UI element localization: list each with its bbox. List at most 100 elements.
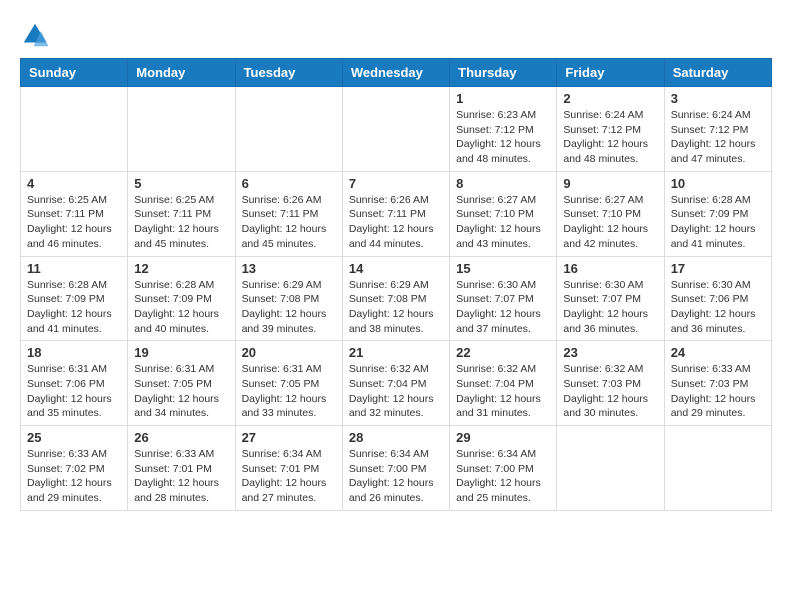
day-number: 18 [27, 345, 121, 360]
weekday-header-tuesday: Tuesday [235, 59, 342, 87]
weekday-row: SundayMondayTuesdayWednesdayThursdayFrid… [21, 59, 772, 87]
calendar-cell: 6 Sunrise: 6:26 AM Sunset: 7:11 PM Daylig… [235, 171, 342, 256]
day-number: 19 [134, 345, 228, 360]
day-info: Sunrise: 6:33 AM Sunset: 7:01 PM Dayligh… [134, 447, 228, 506]
day-number: 13 [242, 261, 336, 276]
day-number: 26 [134, 430, 228, 445]
calendar-cell: 5 Sunrise: 6:25 AM Sunset: 7:11 PM Daylig… [128, 171, 235, 256]
day-info: Sunrise: 6:26 AM Sunset: 7:11 PM Dayligh… [242, 193, 336, 252]
day-info: Sunrise: 6:25 AM Sunset: 7:11 PM Dayligh… [27, 193, 121, 252]
day-number: 24 [671, 345, 765, 360]
day-info: Sunrise: 6:30 AM Sunset: 7:07 PM Dayligh… [563, 278, 657, 337]
week-row-3: 11 Sunrise: 6:28 AM Sunset: 7:09 PM Dayli… [21, 256, 772, 341]
day-info: Sunrise: 6:34 AM Sunset: 7:01 PM Dayligh… [242, 447, 336, 506]
day-number: 27 [242, 430, 336, 445]
calendar-cell: 12 Sunrise: 6:28 AM Sunset: 7:09 PM Dayli… [128, 256, 235, 341]
weekday-header-saturday: Saturday [664, 59, 771, 87]
day-info: Sunrise: 6:24 AM Sunset: 7:12 PM Dayligh… [671, 108, 765, 167]
weekday-header-monday: Monday [128, 59, 235, 87]
day-number: 29 [456, 430, 550, 445]
calendar-cell [342, 87, 449, 172]
day-number: 12 [134, 261, 228, 276]
day-number: 1 [456, 91, 550, 106]
week-row-4: 18 Sunrise: 6:31 AM Sunset: 7:06 PM Dayli… [21, 341, 772, 426]
calendar-cell [235, 87, 342, 172]
calendar-cell: 21Sunrise: 6:32 AM Sunset: 7:04 PM Dayli… [342, 341, 449, 426]
day-info: Sunrise: 6:29 AM Sunset: 7:08 PM Dayligh… [349, 278, 443, 337]
day-info: Sunrise: 6:31 AM Sunset: 7:05 PM Dayligh… [242, 362, 336, 421]
day-info: Sunrise: 6:28 AM Sunset: 7:09 PM Dayligh… [134, 278, 228, 337]
weekday-header-thursday: Thursday [450, 59, 557, 87]
calendar-cell: 29 Sunrise: 6:34 AM Sunset: 7:00 PM Dayli… [450, 426, 557, 511]
day-number: 4 [27, 176, 121, 191]
day-number: 23 [563, 345, 657, 360]
day-number: 21 [349, 345, 443, 360]
calendar-cell: 13 Sunrise: 6:29 AM Sunset: 7:08 PM Dayli… [235, 256, 342, 341]
calendar-cell: 18 Sunrise: 6:31 AM Sunset: 7:06 PM Dayli… [21, 341, 128, 426]
day-info: Sunrise: 6:25 AM Sunset: 7:11 PM Dayligh… [134, 193, 228, 252]
calendar-cell: 17 Sunrise: 6:30 AM Sunset: 7:06 PM Dayli… [664, 256, 771, 341]
day-info: Sunrise: 6:34 AM Sunset: 7:00 PM Dayligh… [456, 447, 550, 506]
day-number: 11 [27, 261, 121, 276]
day-number: 5 [134, 176, 228, 191]
day-info: Sunrise: 6:33 AM Sunset: 7:02 PM Dayligh… [27, 447, 121, 506]
day-number: 9 [563, 176, 657, 191]
weekday-header-friday: Friday [557, 59, 664, 87]
day-info: Sunrise: 6:30 AM Sunset: 7:07 PM Dayligh… [456, 278, 550, 337]
calendar-cell [128, 87, 235, 172]
calendar-cell: 14 Sunrise: 6:29 AM Sunset: 7:08 PM Dayli… [342, 256, 449, 341]
calendar-cell: 19 Sunrise: 6:31 AM Sunset: 7:05 PM Dayli… [128, 341, 235, 426]
day-number: 3 [671, 91, 765, 106]
day-number: 6 [242, 176, 336, 191]
calendar-cell: 22Sunrise: 6:32 AM Sunset: 7:04 PM Dayli… [450, 341, 557, 426]
day-number: 14 [349, 261, 443, 276]
calendar-cell: 8 Sunrise: 6:27 AM Sunset: 7:10 PM Daylig… [450, 171, 557, 256]
calendar-cell: 28 Sunrise: 6:34 AM Sunset: 7:00 PM Dayli… [342, 426, 449, 511]
calendar-cell: 2Sunrise: 6:24 AM Sunset: 7:12 PM Daylig… [557, 87, 664, 172]
day-number: 17 [671, 261, 765, 276]
calendar-cell [21, 87, 128, 172]
day-number: 7 [349, 176, 443, 191]
calendar-cell: 24 Sunrise: 6:33 AM Sunset: 7:03 PM Dayli… [664, 341, 771, 426]
logo-icon [20, 20, 50, 50]
calendar: SundayMondayTuesdayWednesdayThursdayFrid… [20, 58, 772, 511]
calendar-cell [557, 426, 664, 511]
calendar-body: 1Sunrise: 6:23 AM Sunset: 7:12 PM Daylig… [21, 87, 772, 511]
calendar-cell: 1Sunrise: 6:23 AM Sunset: 7:12 PM Daylig… [450, 87, 557, 172]
week-row-1: 1Sunrise: 6:23 AM Sunset: 7:12 PM Daylig… [21, 87, 772, 172]
day-info: Sunrise: 6:27 AM Sunset: 7:10 PM Dayligh… [563, 193, 657, 252]
day-info: Sunrise: 6:33 AM Sunset: 7:03 PM Dayligh… [671, 362, 765, 421]
day-number: 22 [456, 345, 550, 360]
day-info: Sunrise: 6:31 AM Sunset: 7:05 PM Dayligh… [134, 362, 228, 421]
day-number: 28 [349, 430, 443, 445]
day-info: Sunrise: 6:28 AM Sunset: 7:09 PM Dayligh… [27, 278, 121, 337]
calendar-cell: 10 Sunrise: 6:28 AM Sunset: 7:09 PM Dayli… [664, 171, 771, 256]
day-info: Sunrise: 6:26 AM Sunset: 7:11 PM Dayligh… [349, 193, 443, 252]
day-number: 10 [671, 176, 765, 191]
day-info: Sunrise: 6:31 AM Sunset: 7:06 PM Dayligh… [27, 362, 121, 421]
weekday-header-wednesday: Wednesday [342, 59, 449, 87]
calendar-cell: 11 Sunrise: 6:28 AM Sunset: 7:09 PM Dayli… [21, 256, 128, 341]
week-row-5: 25 Sunrise: 6:33 AM Sunset: 7:02 PM Dayli… [21, 426, 772, 511]
day-info: Sunrise: 6:30 AM Sunset: 7:06 PM Dayligh… [671, 278, 765, 337]
day-info: Sunrise: 6:28 AM Sunset: 7:09 PM Dayligh… [671, 193, 765, 252]
calendar-cell: 20Sunrise: 6:31 AM Sunset: 7:05 PM Dayli… [235, 341, 342, 426]
day-info: Sunrise: 6:24 AM Sunset: 7:12 PM Dayligh… [563, 108, 657, 167]
day-info: Sunrise: 6:32 AM Sunset: 7:03 PM Dayligh… [563, 362, 657, 421]
day-number: 25 [27, 430, 121, 445]
day-info: Sunrise: 6:27 AM Sunset: 7:10 PM Dayligh… [456, 193, 550, 252]
calendar-cell: 23 Sunrise: 6:32 AM Sunset: 7:03 PM Dayli… [557, 341, 664, 426]
calendar-cell: 15 Sunrise: 6:30 AM Sunset: 7:07 PM Dayli… [450, 256, 557, 341]
day-number: 15 [456, 261, 550, 276]
day-info: Sunrise: 6:29 AM Sunset: 7:08 PM Dayligh… [242, 278, 336, 337]
weekday-header-sunday: Sunday [21, 59, 128, 87]
page-header [20, 20, 772, 50]
calendar-cell: 3 Sunrise: 6:24 AM Sunset: 7:12 PM Daylig… [664, 87, 771, 172]
calendar-cell: 4 Sunrise: 6:25 AM Sunset: 7:11 PM Daylig… [21, 171, 128, 256]
day-info: Sunrise: 6:34 AM Sunset: 7:00 PM Dayligh… [349, 447, 443, 506]
day-number: 16 [563, 261, 657, 276]
calendar-cell: 27 Sunrise: 6:34 AM Sunset: 7:01 PM Dayli… [235, 426, 342, 511]
day-number: 8 [456, 176, 550, 191]
calendar-cell: 26 Sunrise: 6:33 AM Sunset: 7:01 PM Dayli… [128, 426, 235, 511]
week-row-2: 4 Sunrise: 6:25 AM Sunset: 7:11 PM Daylig… [21, 171, 772, 256]
